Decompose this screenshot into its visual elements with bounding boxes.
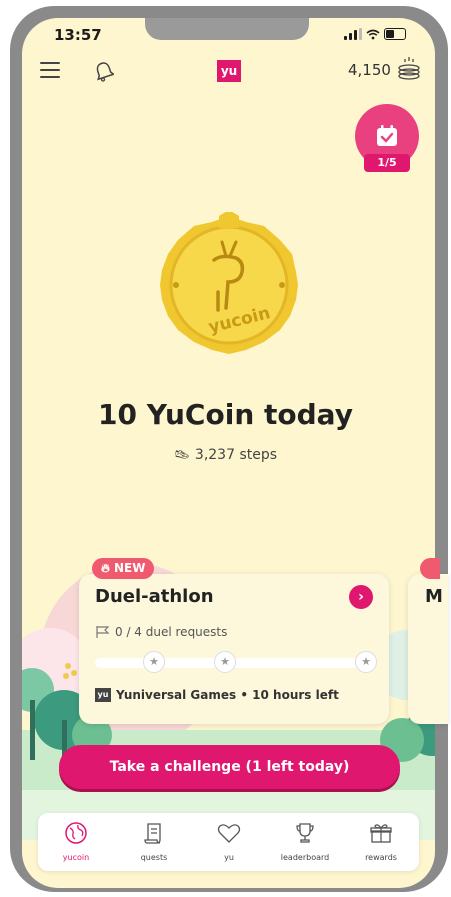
organizer-text: Yuniversal Games • 10 hours left [116, 688, 339, 702]
new-badge-label: NEW [114, 561, 146, 575]
tab-leaderboard[interactable]: leaderboard [267, 813, 343, 871]
flag-icon [96, 626, 110, 638]
calendar-check-icon [377, 125, 397, 146]
status-time: 13:57 [54, 26, 102, 44]
tab-rewards[interactable]: rewards [343, 813, 419, 871]
app-logo: yu [217, 60, 241, 82]
scroll-icon [144, 823, 161, 844]
trophy-icon [296, 823, 314, 843]
organizer-logo: yu [95, 688, 111, 702]
yucoin-coin-image: yucoin [160, 212, 298, 354]
coin-balance: 4,150 [348, 61, 391, 79]
star-milestone-1: ★ [143, 651, 165, 673]
signal-icon [344, 28, 362, 40]
star-milestone-2: ★ [214, 651, 236, 673]
tab-label: yu [224, 853, 234, 862]
globe-icon [65, 822, 87, 844]
star-milestone-3: ★ [355, 651, 377, 673]
duel-requests-text: 0 / 4 duel requests [115, 625, 228, 639]
step-count: 👟︎ 3,237 steps [0, 447, 451, 463]
coins-stack-icon [398, 57, 420, 80]
shoe-icon: 👟︎ [173, 448, 191, 463]
status-icons [344, 28, 406, 40]
bell-icon[interactable] [94, 60, 114, 82]
calendar-progress: 1/5 [364, 154, 410, 172]
new-badge: 🔥︎ NEW [92, 558, 155, 579]
tab-label: quests [140, 853, 168, 862]
tab-yu[interactable]: yu [191, 813, 267, 871]
next-challenge-title: M [425, 586, 443, 607]
tab-yucoin[interactable]: yucoin [38, 813, 114, 871]
bottom-tab-bar: yucoin quests yu leaderboard rewards [38, 813, 419, 871]
daily-yucoin-headline: 10 YuCoin today [98, 398, 353, 431]
heart-icon [217, 824, 241, 843]
challenge-organizer: yu Yuniversal Games • 10 hours left [95, 688, 339, 702]
take-challenge-button[interactable]: Take a challenge (1 left today) [59, 745, 400, 789]
fire-icon: 🔥︎ [101, 561, 110, 575]
step-count-value: 3,237 steps [194, 447, 278, 463]
tab-quests[interactable]: quests [116, 813, 192, 871]
tab-label: rewards [365, 853, 397, 862]
chevron-right-icon[interactable]: › [349, 585, 373, 609]
gift-box-icon [370, 824, 392, 843]
duel-requests: 0 / 4 duel requests [95, 625, 227, 639]
tab-label: yucoin [62, 853, 90, 862]
battery-icon [384, 28, 406, 40]
phone-notch [145, 18, 309, 40]
wifi-icon [366, 29, 380, 39]
hamburger-icon[interactable] [40, 62, 60, 78]
challenge-title: Duel-athlon [95, 586, 214, 607]
tab-label: leaderboard [280, 853, 330, 862]
next-card-badge [420, 558, 440, 579]
